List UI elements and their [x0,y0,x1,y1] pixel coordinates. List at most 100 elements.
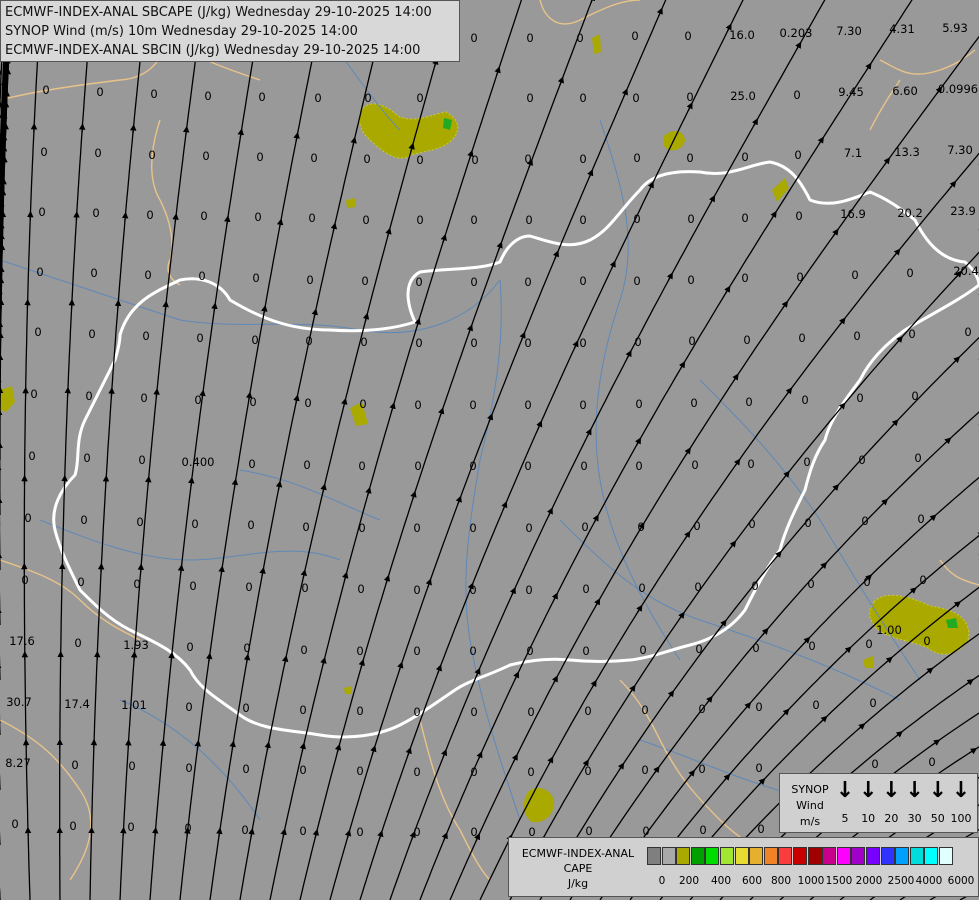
streamline-arrow-icon [120,826,127,837]
streamline-arrow-icon [389,402,396,412]
value-label: 0 [202,149,210,163]
value-label: 0 [525,521,533,535]
value-label: 0 [582,582,590,596]
streamline-arrow-icon [229,740,236,750]
value-label: 0 [853,329,861,343]
value-label: 0 [185,761,193,775]
streamline-arrow-icon [264,741,271,751]
value-label: 0 [580,459,588,473]
streamline-arrow-icon [205,652,213,662]
value-label: 20.2 [897,206,923,220]
value-label: 0 [470,336,478,350]
streamline-arrow-icon [647,181,654,190]
value-label: 0 [908,327,916,341]
streamline-arrow-icon [587,169,594,178]
value-label: 0 [964,325,972,339]
streamline-arrow-icon [684,530,691,539]
streamline-arrow-icon [172,213,179,223]
streamline-arrow-icon [358,658,365,669]
streamline-arrow-icon [168,651,175,661]
cape-legend-tick: 1500 [825,875,853,887]
streamline-arrow-icon [684,447,691,456]
cape-legend-title-line3: J/kg [567,877,589,890]
value-label: 0 [30,387,38,401]
streamline-arrow-icon [280,828,287,838]
cape-legend-swatch [807,847,822,865]
streamline-arrow-icon [216,827,223,837]
title-sbcape: ECMWF-INDEX-ANAL SBCAPE (J/kg) Wednesday… [5,5,432,20]
value-label: 0 [851,268,859,282]
streamline-arrow-icon [383,574,391,584]
streamline-arrow-icon [744,702,752,710]
cape-area-south [523,787,555,823]
wind-arrow-icon: ↓ [951,778,971,803]
streamline-arrow-icon [893,248,901,257]
streamline-arrow-icon [414,317,421,327]
streamline-arrow-icon [965,679,974,686]
value-label: 0 [631,29,639,43]
value-label: 0 [525,213,533,227]
cape-legend-swatch [763,847,778,865]
cape-legend-tick: 200 [678,875,700,887]
streamline-arrow-icon [248,827,255,838]
streamline-arrow-icon [820,715,828,723]
regional-borders [0,0,979,881]
cape-legend-swatch [909,847,924,865]
value-label: 1.00 [876,623,902,637]
streamline-arrow-icon [405,746,412,756]
value-label: 0 [798,331,806,345]
value-label: 0 [526,91,534,105]
value-label: 0 [413,825,421,839]
streamline-arrow-icon [102,475,110,485]
value-label: 0 [77,575,85,589]
value-label: 0 [469,398,477,412]
value-label: 0 [314,91,322,105]
streamline-arrow-icon [162,300,169,310]
streamline-arrow-icon [114,299,122,309]
value-label: 0 [40,145,48,159]
value-label: 0 [687,212,695,226]
streamline-arrow-icon [896,335,903,344]
value-label: 0 [136,515,144,529]
value-label: 0 [741,211,749,225]
value-label: 0 [911,389,919,403]
value-label: 0.0996 [937,82,979,96]
cape-legend-tick: 600 [741,875,763,887]
streamline-arrow-icon [536,420,543,430]
cape-area-small-6 [344,686,352,694]
value-label: 0 [865,637,873,651]
streamline-arrow-icon [653,765,660,774]
cape-legend-tick: 2500 [887,875,915,887]
value-label: 0 [245,580,253,594]
value-label: 0 [356,764,364,778]
streamline-arrow-icon [636,604,643,613]
streamline-arrow-icon [320,483,327,493]
streamline-arrow-icon [590,679,597,689]
value-label: 0 [140,391,148,405]
value-label: 0 [185,700,193,714]
streamline-arrow-icon [758,777,766,786]
value-label: 0 [582,644,590,658]
value-label: 0 [363,152,371,166]
streamline-arrow-icon [686,102,693,111]
value-label: 1.93 [123,638,149,652]
value-label: 0 [133,577,141,591]
streamline-arrow-icon [501,501,508,510]
value-label: 0 [358,459,366,473]
title-synop-wind: SYNOP Wind (m/s) 10m Wednesday 29-10-202… [5,24,358,39]
value-label: 0 [919,573,927,587]
streamline-arrow-icon [511,753,518,763]
streamline-arrow-icon [883,157,891,166]
value-label: 0 [694,580,702,594]
value-label: 0 [415,336,423,350]
streamline-arrow-icon [224,215,231,225]
value-label: 0 [812,698,820,712]
streamline-arrow-icon [621,88,628,98]
streamline-arrow-icon [231,478,239,488]
cape-legend-swatch [647,847,661,865]
value-label: 0 [359,397,367,411]
wind-arrow-icon: ↓ [905,778,924,803]
cape-legend-swatch [793,847,807,865]
value-label: 0 [248,457,256,471]
value-label: 0 [688,334,696,348]
